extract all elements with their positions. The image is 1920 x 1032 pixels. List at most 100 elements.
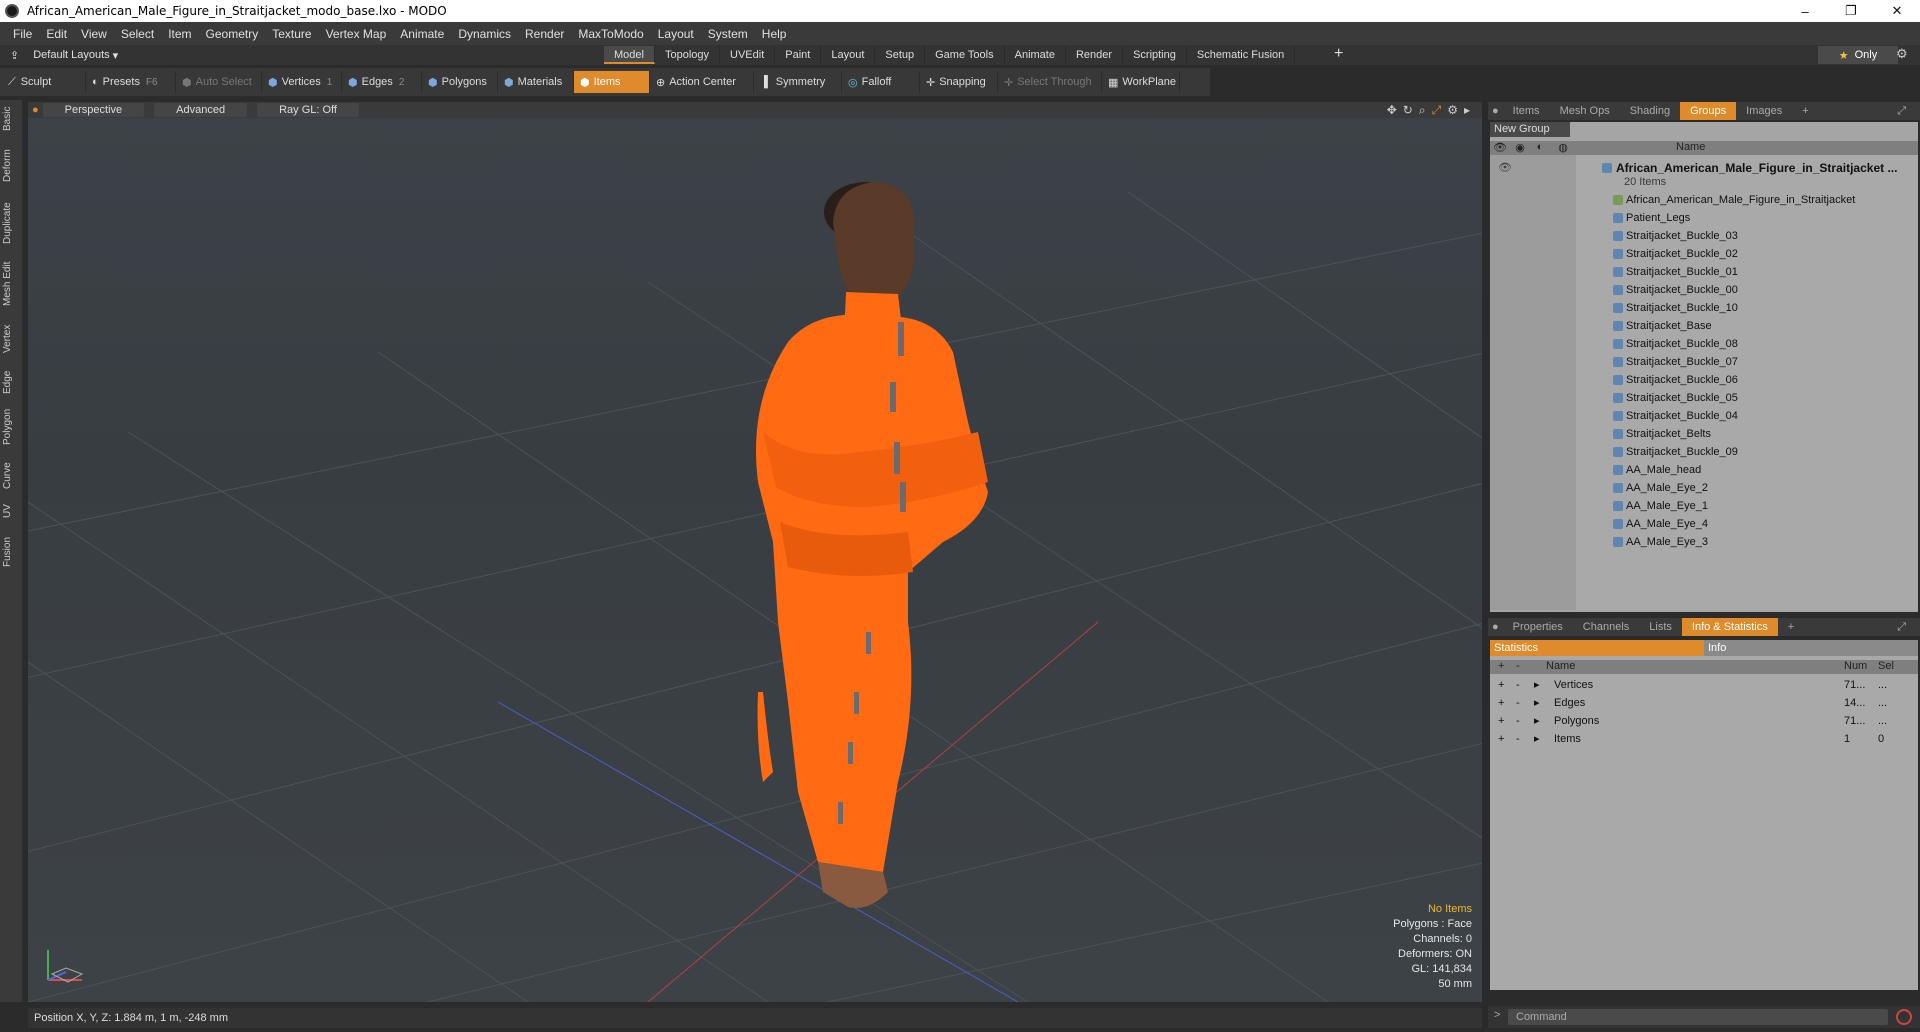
menu-layout[interactable]: Layout <box>651 27 701 41</box>
stat-num-header[interactable]: Num <box>1844 660 1867 672</box>
gear-icon[interactable]: ⚙ <box>1896 46 1908 62</box>
menu-vertex-map[interactable]: Vertex Map <box>319 27 394 41</box>
auto-select-button[interactable]: ⬢ Auto Select <box>176 71 262 93</box>
list-item[interactable]: Straitjacket_Buckle_04 <box>1490 407 1918 425</box>
tab-game-tools[interactable]: Game Tools <box>925 46 1005 64</box>
vertices-button[interactable]: ⬢ Vertices 1 <box>262 71 342 93</box>
tab-scripting[interactable]: Scripting <box>1123 46 1187 64</box>
new-group-button[interactable]: New Group <box>1490 122 1570 137</box>
menu-maxtomodo[interactable]: MaxToModo <box>571 27 650 41</box>
list-item[interactable]: AA_Male_head <box>1490 461 1918 479</box>
tab-lists[interactable]: Lists <box>1639 618 1682 636</box>
items-button[interactable]: ⬢ Items <box>574 71 650 93</box>
only-toggle[interactable]: ★ Only <box>1818 46 1898 64</box>
remove-icon[interactable]: - <box>1516 712 1520 730</box>
list-item[interactable]: African_American_Male_Figure_in_Straitja… <box>1490 191 1918 209</box>
workplane-button[interactable]: ▦ WorkPlane <box>1102 71 1180 93</box>
tab-mesh-edit[interactable]: Mesh Edit <box>2 258 20 310</box>
eye-icon[interactable]: 👁 <box>1498 159 1512 177</box>
panel-expand-icon-bottom[interactable]: ⤢ <box>1887 618 1916 636</box>
list-item[interactable]: AA_Male_Eye_4 <box>1490 515 1918 533</box>
rotate-icon[interactable]: ↻ <box>1403 103 1413 118</box>
tab-images[interactable]: Images <box>1736 102 1792 120</box>
tab-animate[interactable]: Animate <box>1005 46 1066 64</box>
zoom-icon[interactable]: ⌕ <box>1419 103 1426 118</box>
expand-all-icon[interactable]: + <box>1498 660 1504 672</box>
tab-model[interactable]: Model <box>604 46 655 64</box>
list-item[interactable]: Straitjacket_Buckle_02 <box>1490 245 1918 263</box>
list-item[interactable]: Straitjacket_Buckle_09 <box>1490 443 1918 461</box>
panel-expand-icon[interactable]: ⤢ <box>1887 102 1916 120</box>
expand-arrow-icon[interactable]: ▸ <box>1534 676 1540 694</box>
menu-system[interactable]: System <box>701 27 755 41</box>
list-item[interactable]: Straitjacket_Buckle_08 <box>1490 335 1918 353</box>
tab-layout[interactable]: Layout <box>821 46 876 64</box>
tab-setup[interactable]: Setup <box>875 46 926 64</box>
minimize-button[interactable]: – <box>1782 0 1828 22</box>
add-panel-tab-icon-bottom[interactable]: + <box>1778 618 1804 636</box>
add-icon[interactable]: + <box>1498 694 1504 712</box>
tab-info-statistics[interactable]: Info & Statistics <box>1681 618 1778 636</box>
menu-dynamics[interactable]: Dynamics <box>451 27 518 41</box>
add-tab-icon[interactable]: + <box>1334 45 1343 63</box>
list-item[interactable]: Straitjacket_Belts <box>1490 425 1918 443</box>
select-col-icon[interactable]: ◍ <box>1550 141 1576 155</box>
list-item[interactable]: AA_Male_Eye_1 <box>1490 497 1918 515</box>
tab-paint[interactable]: Paint <box>775 46 822 64</box>
tab-shading[interactable]: Shading <box>1620 102 1680 120</box>
viewport-menu-icon[interactable]: ● <box>32 104 39 116</box>
tab-duplicate[interactable]: Duplicate <box>2 198 20 248</box>
menu-render[interactable]: Render <box>518 27 571 41</box>
presets-button[interactable]: ◐ Presets F6 <box>86 71 176 93</box>
tab-deform[interactable]: Deform <box>2 146 20 186</box>
viewport-expand-icon[interactable]: ▸ <box>1464 103 1470 118</box>
shading-selector[interactable]: Advanced <box>154 103 248 117</box>
tab-topology[interactable]: Topology <box>655 46 721 64</box>
name-column-header[interactable]: Name <box>1676 141 1705 155</box>
panel-menu-icon[interactable]: ● <box>1488 102 1503 120</box>
table-row[interactable]: + - ▸ Items 1 0 <box>1490 730 1918 748</box>
tab-render[interactable]: Render <box>1066 46 1124 64</box>
list-item[interactable]: Straitjacket_Buckle_10 <box>1490 299 1918 317</box>
tab-statistics[interactable]: Statistics <box>1490 640 1704 656</box>
snapping-button[interactable]: ✛ Snapping <box>920 71 998 93</box>
tab-vertex[interactable]: Vertex <box>2 320 20 358</box>
menu-select[interactable]: Select <box>114 27 161 41</box>
tab-items[interactable]: Items <box>1503 102 1550 120</box>
expand-arrow-icon[interactable]: ▸ <box>1534 712 1540 730</box>
visibility-col-icon[interactable]: 👁 <box>1490 141 1510 155</box>
list-item[interactable]: Straitjacket_Buckle_05 <box>1490 389 1918 407</box>
list-item[interactable]: Straitjacket_Base <box>1490 317 1918 335</box>
symmetry-button[interactable]: ▐ Symmetry <box>754 71 842 93</box>
render-col-icon[interactable]: ◐ <box>1530 141 1550 155</box>
pan-icon[interactable]: ✥ <box>1387 103 1397 118</box>
list-item[interactable]: Straitjacket_Buckle_07 <box>1490 353 1918 371</box>
tab-properties[interactable]: Properties <box>1503 618 1573 636</box>
expand-arrow-icon[interactable]: ▸ <box>1534 694 1540 712</box>
panel-menu-icon-bottom[interactable]: ● <box>1488 618 1503 636</box>
raygl-toggle[interactable]: Ray GL: Off <box>257 103 359 117</box>
menu-geometry[interactable]: Geometry <box>199 27 266 41</box>
menu-texture[interactable]: Texture <box>265 27 318 41</box>
close-button[interactable]: ✕ <box>1874 0 1920 22</box>
tab-edge[interactable]: Edge <box>2 366 20 398</box>
table-row[interactable]: + - ▸ Edges 14... ... <box>1490 694 1918 712</box>
edges-button[interactable]: ⬢ Edges 2 <box>342 71 422 93</box>
tab-channels[interactable]: Channels <box>1573 618 1639 636</box>
tab-mesh-ops[interactable]: Mesh Ops <box>1550 102 1620 120</box>
list-item[interactable]: Straitjacket_Buckle_06 <box>1490 371 1918 389</box>
tab-polygon[interactable]: Polygon <box>2 402 20 452</box>
tab-uv[interactable]: UV <box>2 500 20 522</box>
list-item[interactable]: Straitjacket_Buckle_03 <box>1490 227 1918 245</box>
viewport-settings-icon[interactable]: ⚙ <box>1447 103 1458 118</box>
3d-viewport[interactable]: ● Perspective Advanced Ray GL: Off ✥ ↻ ⌕… <box>28 102 1482 1002</box>
action-center-button[interactable]: ⊕ Action Center <box>650 71 754 93</box>
tab-curve[interactable]: Curve <box>2 458 20 494</box>
expand-arrow-icon[interactable]: ▸ <box>1534 730 1540 748</box>
maximize-button[interactable]: ❐ <box>1828 0 1874 22</box>
sculpt-button[interactable]: ⟋ Sculpt <box>0 71 86 93</box>
list-item[interactable]: AA_Male_Eye_3 <box>1490 533 1918 551</box>
table-row[interactable]: + - ▸ Polygons 71... ... <box>1490 712 1918 730</box>
tab-basic[interactable]: Basic <box>2 104 20 134</box>
tab-fusion[interactable]: Fusion <box>2 532 20 572</box>
